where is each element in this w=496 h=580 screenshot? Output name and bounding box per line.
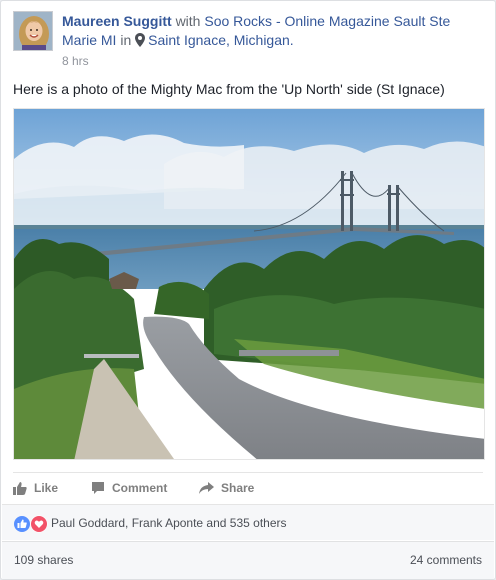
with-word: with bbox=[175, 13, 201, 29]
share-label: Share bbox=[221, 481, 255, 495]
location-link[interactable]: Saint Ignace, Michigan. bbox=[148, 32, 294, 48]
reaction-icons[interactable] bbox=[14, 515, 50, 533]
post-caption: Here is a photo of the Mighty Mac from t… bbox=[13, 81, 445, 97]
share-button[interactable]: Share bbox=[199, 474, 254, 502]
post-card: Maureen Suggitt with Soo Rocks - Online … bbox=[0, 0, 496, 580]
shares-count[interactable]: 109 shares bbox=[14, 553, 73, 567]
like-button[interactable]: Like bbox=[13, 474, 58, 502]
love-icon bbox=[30, 515, 48, 533]
like-icon bbox=[14, 516, 30, 532]
location-pin-icon bbox=[135, 33, 146, 47]
post-photo[interactable] bbox=[13, 108, 485, 460]
author-avatar[interactable] bbox=[13, 11, 53, 51]
post-header: Maureen Suggitt with Soo Rocks - Online … bbox=[13, 11, 483, 69]
comment-button[interactable]: Comment bbox=[91, 474, 167, 502]
reactions-summary[interactable]: Paul Goddard, Frank Aponte and 535 other… bbox=[51, 516, 287, 530]
reactions-bar: Paul Goddard, Frank Aponte and 535 other… bbox=[2, 504, 494, 540]
comment-icon bbox=[92, 482, 104, 494]
post-timestamp[interactable]: 8 hrs bbox=[62, 54, 89, 68]
stats-bar: 109 shares 24 comments bbox=[2, 541, 494, 579]
post-header-text: Maureen Suggitt with Soo Rocks - Online … bbox=[62, 12, 483, 50]
comment-label: Comment bbox=[112, 481, 168, 495]
post-actions: Like Comment Share bbox=[13, 474, 483, 502]
thumbs-up-icon bbox=[13, 482, 27, 495]
in-word: in bbox=[120, 32, 132, 48]
author-name[interactable]: Maureen Suggitt bbox=[62, 13, 172, 29]
share-arrow-icon bbox=[199, 482, 214, 494]
comments-count[interactable]: 24 comments bbox=[410, 553, 482, 567]
actions-divider bbox=[13, 472, 483, 473]
like-label: Like bbox=[34, 481, 59, 495]
